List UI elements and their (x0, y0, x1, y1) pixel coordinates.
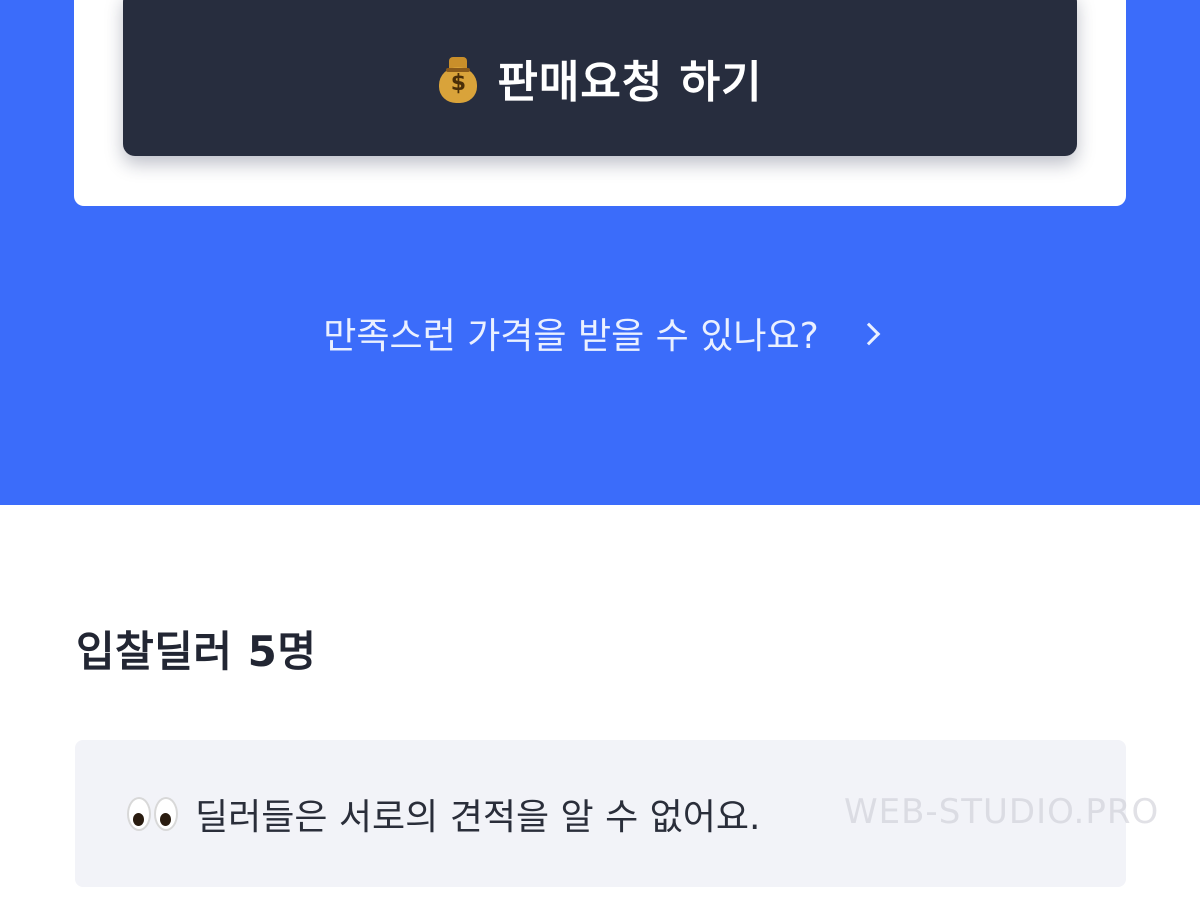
money-bag-icon: $ (437, 53, 479, 103)
price-question-link[interactable]: 만족스런 가격을 받을 수 있나요? (0, 305, 1200, 361)
eyes-icon (127, 796, 181, 831)
sell-request-button[interactable]: $ 판매요청 하기 (123, 0, 1077, 156)
price-question-text: 만족스런 가격을 받을 수 있나요? (323, 316, 819, 357)
sell-request-label: 판매요청 하기 (497, 57, 763, 108)
dealer-count-heading: 입찰딜러 5명 (76, 627, 317, 676)
notice-text: 딜러들은 서로의 견적을 알 수 없어요. (195, 796, 761, 838)
watermark: WEB-STUDIO.PRO (844, 792, 1160, 832)
chevron-right-icon (857, 322, 881, 346)
